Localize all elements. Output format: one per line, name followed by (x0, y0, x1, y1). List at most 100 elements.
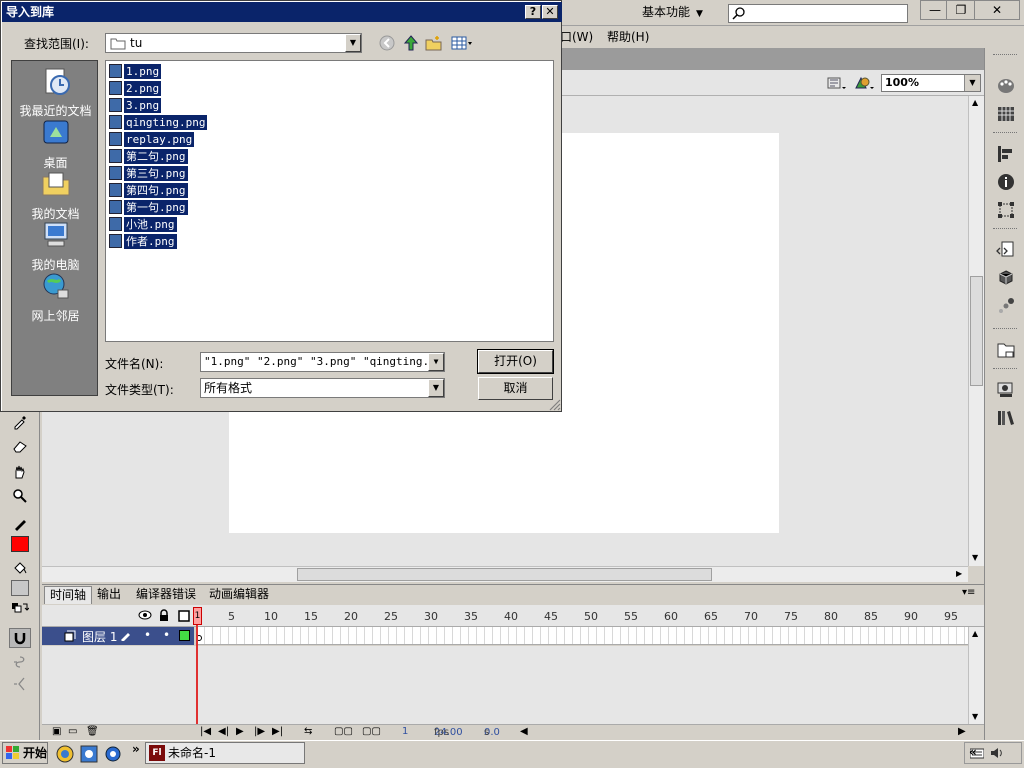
zoom-tool-icon[interactable] (9, 486, 31, 506)
app-quicklaunch-icon[interactable] (80, 745, 98, 766)
layer-lock-dot[interactable]: • (163, 628, 170, 642)
panel-menu-icon[interactable]: ▾≡ (962, 587, 975, 598)
settings-quicklaunch-icon[interactable] (104, 745, 122, 766)
help-button[interactable]: ? (525, 5, 541, 19)
filetype-select[interactable]: 所有格式 ▼ (200, 378, 445, 398)
quicklaunch-overflow-icon[interactable]: » (132, 742, 140, 756)
tab-motion-editor[interactable]: 动画编辑器 (204, 586, 274, 604)
stroke-color-icon[interactable] (9, 514, 31, 534)
place-my-computer[interactable]: 我的电脑 (12, 219, 99, 273)
snap-magnet-icon[interactable] (9, 628, 31, 648)
tray-expand-icon[interactable]: « (969, 745, 977, 759)
outline-icon[interactable] (178, 610, 190, 625)
motion-presets-icon[interactable] (996, 296, 1016, 316)
project-icon[interactable] (996, 340, 1016, 360)
back-icon[interactable] (378, 34, 396, 52)
file-item[interactable]: replay.png (109, 131, 195, 147)
color-palette-icon[interactable] (996, 76, 1016, 96)
paint-bucket-icon[interactable] (9, 558, 31, 578)
volume-icon[interactable] (989, 745, 1005, 764)
edit-symbols-icon[interactable] (853, 74, 875, 95)
lock-icon[interactable] (158, 609, 170, 625)
layer-row-selected[interactable]: 图层 1 • • (42, 627, 194, 645)
hand-tool-icon[interactable] (9, 462, 31, 482)
start-button[interactable]: 开始 (2, 742, 48, 764)
close-dialog-button[interactable]: ✕ (542, 5, 558, 19)
chevron-down-icon[interactable]: ▼ (428, 379, 444, 397)
chevron-down-icon[interactable]: ▼ (345, 34, 361, 52)
browser-quicklaunch-icon[interactable] (56, 745, 74, 766)
loop-icon[interactable]: ⇆ (304, 726, 312, 737)
scroll-thumb[interactable] (970, 276, 983, 386)
help-search-input[interactable] (728, 4, 908, 23)
open-button[interactable]: 打开(O) (477, 349, 554, 374)
tab-output[interactable]: 输出 (92, 586, 126, 604)
file-item[interactable]: 2.png (109, 80, 162, 96)
place-recent-documents[interactable]: 我最近的文档 (12, 65, 99, 119)
components-icon[interactable] (996, 268, 1016, 288)
onion-outline-icon[interactable]: ▢▢ (362, 726, 381, 737)
taskbar-flash-window[interactable]: Fl 未命名-1 (145, 742, 305, 764)
eye-icon[interactable] (138, 609, 152, 624)
place-my-documents[interactable]: 我的文档 (12, 168, 99, 222)
step-back-icon[interactable]: ◀| (218, 726, 229, 737)
library-icon[interactable] (996, 380, 1016, 400)
frames-row[interactable] (196, 627, 968, 645)
new-folder-icon[interactable]: ▭ (68, 726, 77, 737)
file-item[interactable]: 第一句.png (109, 199, 188, 215)
workspace-switcher[interactable]: 基本功能 ▼ (632, 2, 716, 22)
scroll-down-icon[interactable]: ▼ (972, 553, 978, 562)
tab-compiler-errors[interactable]: 编译器错误 (131, 586, 201, 604)
stroke-color-swatch[interactable] (9, 534, 31, 554)
file-item[interactable]: 1.png (109, 63, 162, 79)
playhead[interactable]: 1 (193, 607, 202, 625)
file-item[interactable]: 作者.png (109, 233, 177, 249)
up-folder-icon[interactable] (402, 34, 420, 52)
step-forward-icon[interactable]: |▶ (254, 726, 265, 737)
pencil-icon[interactable] (120, 629, 132, 644)
file-item[interactable]: qingting.png (109, 114, 208, 130)
play-icon[interactable]: ▶ (236, 726, 244, 737)
transform-icon[interactable] (996, 200, 1016, 220)
close-app-button[interactable]: ✕ (974, 0, 1020, 20)
zoom-select[interactable]: 100% ▼ (881, 74, 981, 92)
layer-outline-color[interactable] (179, 630, 190, 641)
place-network[interactable]: 网上邻居 (12, 270, 99, 324)
scroll-thumb[interactable] (297, 568, 712, 581)
resize-grip-icon[interactable] (547, 397, 561, 411)
layer-visible-dot[interactable]: • (144, 628, 151, 642)
last-frame-icon[interactable]: ▶| (272, 726, 283, 737)
common-libraries-icon[interactable] (996, 408, 1016, 428)
tab-timeline[interactable]: 时间轴 (44, 586, 93, 604)
current-frame-readout[interactable]: 1 (402, 726, 408, 737)
file-list[interactable]: 1.png 2.png 3.png qingting.png replay.png 第二句… (105, 60, 554, 342)
place-desktop[interactable]: 桌面 (12, 117, 99, 171)
eraser-tool-icon[interactable] (9, 436, 31, 456)
stage-horizontal-scrollbar[interactable]: ▶ (42, 566, 968, 582)
file-item[interactable]: 3.png (109, 97, 162, 113)
menu-help[interactable]: 帮助(H) (607, 28, 649, 45)
view-menu-icon[interactable] (450, 34, 474, 52)
align-icon[interactable] (996, 144, 1016, 164)
stage-vertical-scrollbar[interactable]: ▲ ▼ (968, 96, 984, 566)
scroll-right-icon[interactable]: ▶ (958, 726, 966, 737)
scroll-down-icon[interactable]: ▼ (972, 712, 978, 721)
smooth-icon[interactable] (9, 652, 31, 672)
filename-input[interactable]: "1.png" "2.png" "3.png" "qingting.png" ▼ (200, 352, 445, 372)
swap-colors-icon[interactable] (9, 598, 31, 618)
scroll-up-icon[interactable]: ▲ (972, 629, 978, 638)
delete-layer-icon[interactable]: 🗑 (86, 726, 99, 737)
scroll-up-icon[interactable]: ▲ (972, 98, 978, 107)
chevron-down-icon[interactable]: ▼ (428, 353, 444, 371)
cancel-button[interactable]: 取消 (478, 377, 553, 400)
onion-skin-icon[interactable]: ▢▢ (334, 726, 353, 737)
file-item[interactable]: 第四句.png (109, 182, 188, 198)
menu-window[interactable]: 口(W) (560, 28, 593, 45)
scroll-left-icon[interactable]: ◀ (520, 726, 528, 737)
chevron-down-icon[interactable]: ▼ (964, 75, 980, 91)
eyedropper-tool-icon[interactable] (9, 412, 31, 432)
fill-color-swatch[interactable] (9, 578, 31, 598)
timeline-vertical-scrollbar[interactable]: ▲ ▼ (968, 627, 984, 724)
dialog-title-bar[interactable]: 导入到库 ? ✕ (2, 2, 562, 22)
first-frame-icon[interactable]: |◀ (200, 726, 211, 737)
